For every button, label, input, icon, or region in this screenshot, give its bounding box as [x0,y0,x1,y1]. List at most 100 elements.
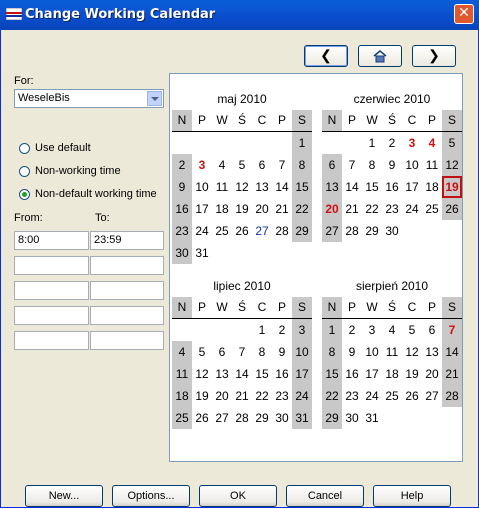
day-cell[interactable]: 22 [322,385,342,407]
title-bar[interactable]: Change Working Calendar ✕ [0,0,479,30]
day-cell[interactable]: 18 [212,198,232,220]
calendar-select[interactable]: WeseleBis [14,89,164,108]
cancel-button[interactable]: Cancel [286,485,364,507]
day-cell[interactable]: 17 [292,363,312,385]
day-cell[interactable]: 17 [402,176,422,198]
help-button[interactable]: Help [373,485,451,507]
day-cell[interactable]: 11 [422,154,442,176]
day-cell[interactable]: 18 [382,363,402,385]
chevron-down-icon[interactable] [147,91,162,106]
day-cell[interactable]: 22 [362,198,382,220]
day-cell[interactable]: 8 [362,154,382,176]
day-cell[interactable]: 20 [322,198,342,220]
day-cell[interactable]: 10 [362,341,382,363]
day-cell[interactable]: 13 [322,176,342,198]
day-cell[interactable]: 3 [292,319,312,341]
day-cell[interactable]: 8 [252,341,272,363]
day-cell[interactable]: 7 [442,319,462,341]
day-cell[interactable]: 11 [212,176,232,198]
day-cell[interactable]: 6 [252,154,272,176]
day-cell[interactable]: 19 [232,198,252,220]
to-time-field[interactable] [90,306,164,325]
day-cell[interactable]: 3 [402,132,422,154]
day-cell[interactable]: 16 [342,363,362,385]
day-cell[interactable]: 23 [382,198,402,220]
day-cell[interactable]: 21 [442,363,462,385]
day-cell[interactable]: 12 [192,363,212,385]
to-time-field[interactable] [90,331,164,350]
day-cell[interactable]: 18 [172,385,192,407]
day-cell[interactable]: 4 [212,154,232,176]
day-cell[interactable]: 2 [342,319,362,341]
day-cell[interactable]: 23 [272,385,292,407]
day-cell[interactable]: 1 [252,319,272,341]
day-cell[interactable]: 4 [172,341,192,363]
day-cell[interactable]: 1 [322,319,342,341]
from-time-field[interactable] [14,331,89,350]
close-button[interactable]: ✕ [454,4,474,24]
day-cell[interactable]: 6 [422,319,442,341]
day-cell[interactable]: 12 [232,176,252,198]
day-cell[interactable]: 14 [442,341,462,363]
day-cell[interactable]: 9 [382,154,402,176]
day-cell[interactable]: 11 [382,341,402,363]
day-cell[interactable]: 5 [402,319,422,341]
day-cell[interactable]: 2 [272,319,292,341]
day-cell[interactable]: 22 [292,198,312,220]
day-cell[interactable]: 1 [292,132,312,154]
day-cell[interactable]: 14 [342,176,362,198]
day-cell[interactable]: 15 [252,363,272,385]
day-cell[interactable]: 26 [402,385,422,407]
day-cell[interactable]: 24 [192,220,212,242]
day-cell[interactable]: 21 [272,198,292,220]
day-cell[interactable]: 25 [172,407,192,429]
day-cell[interactable]: 31 [192,242,212,264]
day-cell[interactable]: 20 [422,363,442,385]
day-cell[interactable]: 20 [212,385,232,407]
radio-button[interactable] [19,143,30,154]
day-cell[interactable]: 24 [402,198,422,220]
day-cell[interactable]: 26 [232,220,252,242]
to-time-field[interactable] [90,256,164,275]
day-cell[interactable]: 24 [362,385,382,407]
day-cell[interactable]: 25 [382,385,402,407]
today-button[interactable] [358,45,402,67]
day-cell[interactable]: 12 [442,154,462,176]
day-cell[interactable]: 7 [232,341,252,363]
day-cell[interactable]: 6 [322,154,342,176]
day-cell[interactable]: 2 [172,154,192,176]
day-cell[interactable]: 28 [232,407,252,429]
day-cell[interactable]: 7 [342,154,362,176]
day-cell[interactable]: 14 [232,363,252,385]
to-time-field[interactable] [90,281,164,300]
day-cell[interactable]: 5 [192,341,212,363]
day-cell[interactable]: 14 [272,176,292,198]
day-cell[interactable]: 27 [252,220,272,242]
from-time-field[interactable]: 8:00 [14,231,89,250]
day-cell[interactable]: 11 [172,363,192,385]
previous-month-button[interactable]: ❮ [304,45,348,67]
day-cell[interactable]: 30 [172,242,192,264]
day-cell[interactable]: 26 [442,198,462,220]
day-cell[interactable]: 15 [322,363,342,385]
day-cell[interactable]: 25 [212,220,232,242]
day-cell[interactable]: 25 [422,198,442,220]
options-button[interactable]: Options... [112,485,190,507]
day-cell[interactable]: 19 [442,176,462,198]
day-cell[interactable]: 17 [362,363,382,385]
day-cell[interactable]: 19 [192,385,212,407]
day-cell[interactable]: 10 [292,341,312,363]
radio-button[interactable] [19,189,30,200]
day-cell[interactable]: 9 [342,341,362,363]
day-cell[interactable]: 1 [362,132,382,154]
day-cell[interactable]: 4 [422,132,442,154]
day-cell[interactable]: 26 [192,407,212,429]
day-cell[interactable]: 5 [232,154,252,176]
day-cell[interactable]: 13 [252,176,272,198]
day-cell[interactable]: 8 [292,154,312,176]
day-cell[interactable]: 30 [342,407,362,429]
next-month-button[interactable]: ❯ [412,45,456,67]
day-cell[interactable]: 8 [322,341,342,363]
day-cell[interactable]: 7 [272,154,292,176]
day-cell[interactable]: 30 [382,220,402,242]
